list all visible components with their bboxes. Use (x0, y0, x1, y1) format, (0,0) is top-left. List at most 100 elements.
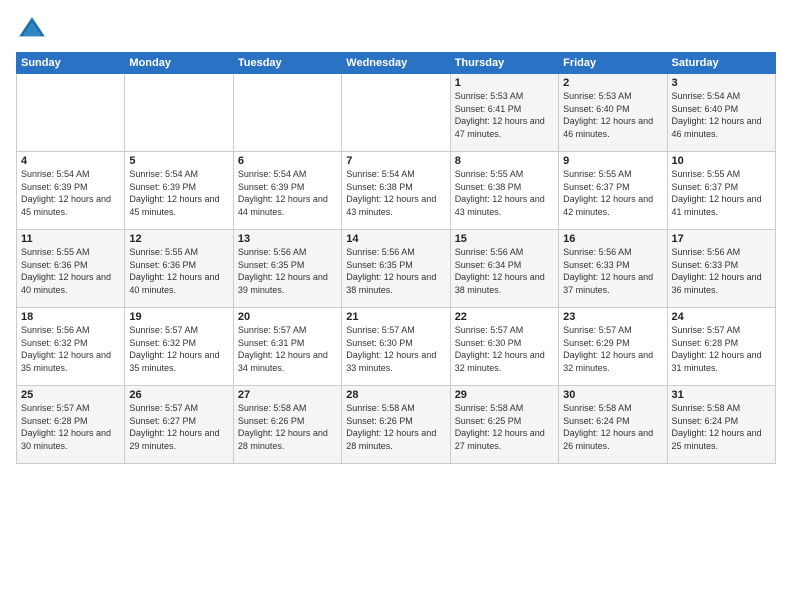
day-cell: 20Sunrise: 5:57 AM Sunset: 6:31 PM Dayli… (233, 308, 341, 386)
column-header-friday: Friday (559, 53, 667, 74)
day-info: Sunrise: 5:57 AM Sunset: 6:28 PM Dayligh… (21, 402, 120, 452)
day-number: 18 (21, 311, 120, 323)
column-header-saturday: Saturday (667, 53, 775, 74)
day-cell: 22Sunrise: 5:57 AM Sunset: 6:30 PM Dayli… (450, 308, 558, 386)
day-number: 26 (129, 389, 228, 401)
day-cell: 29Sunrise: 5:58 AM Sunset: 6:25 PM Dayli… (450, 386, 558, 464)
day-cell (233, 74, 341, 152)
day-number: 13 (238, 233, 337, 245)
day-cell (17, 74, 125, 152)
day-info: Sunrise: 5:55 AM Sunset: 6:37 PM Dayligh… (672, 168, 771, 218)
day-info: Sunrise: 5:57 AM Sunset: 6:31 PM Dayligh… (238, 324, 337, 374)
week-row-5: 25Sunrise: 5:57 AM Sunset: 6:28 PM Dayli… (17, 386, 776, 464)
day-cell: 5Sunrise: 5:54 AM Sunset: 6:39 PM Daylig… (125, 152, 233, 230)
day-info: Sunrise: 5:57 AM Sunset: 6:28 PM Dayligh… (672, 324, 771, 374)
day-info: Sunrise: 5:54 AM Sunset: 6:39 PM Dayligh… (21, 168, 120, 218)
day-info: Sunrise: 5:58 AM Sunset: 6:26 PM Dayligh… (238, 402, 337, 452)
day-number: 11 (21, 233, 120, 245)
day-cell: 8Sunrise: 5:55 AM Sunset: 6:38 PM Daylig… (450, 152, 558, 230)
day-info: Sunrise: 5:56 AM Sunset: 6:32 PM Dayligh… (21, 324, 120, 374)
day-number: 16 (563, 233, 662, 245)
day-info: Sunrise: 5:55 AM Sunset: 6:38 PM Dayligh… (455, 168, 554, 218)
day-number: 22 (455, 311, 554, 323)
day-info: Sunrise: 5:58 AM Sunset: 6:24 PM Dayligh… (563, 402, 662, 452)
day-number: 6 (238, 155, 337, 167)
day-number: 9 (563, 155, 662, 167)
day-number: 8 (455, 155, 554, 167)
day-cell: 26Sunrise: 5:57 AM Sunset: 6:27 PM Dayli… (125, 386, 233, 464)
column-header-wednesday: Wednesday (342, 53, 450, 74)
day-cell: 25Sunrise: 5:57 AM Sunset: 6:28 PM Dayli… (17, 386, 125, 464)
day-info: Sunrise: 5:54 AM Sunset: 6:39 PM Dayligh… (238, 168, 337, 218)
day-cell: 23Sunrise: 5:57 AM Sunset: 6:29 PM Dayli… (559, 308, 667, 386)
day-cell: 18Sunrise: 5:56 AM Sunset: 6:32 PM Dayli… (17, 308, 125, 386)
day-cell: 24Sunrise: 5:57 AM Sunset: 6:28 PM Dayli… (667, 308, 775, 386)
day-cell: 16Sunrise: 5:56 AM Sunset: 6:33 PM Dayli… (559, 230, 667, 308)
column-header-tuesday: Tuesday (233, 53, 341, 74)
day-number: 1 (455, 77, 554, 89)
day-number: 25 (21, 389, 120, 401)
week-row-2: 4Sunrise: 5:54 AM Sunset: 6:39 PM Daylig… (17, 152, 776, 230)
logo (16, 14, 50, 46)
column-header-thursday: Thursday (450, 53, 558, 74)
day-info: Sunrise: 5:55 AM Sunset: 6:36 PM Dayligh… (21, 246, 120, 296)
day-info: Sunrise: 5:56 AM Sunset: 6:33 PM Dayligh… (563, 246, 662, 296)
day-cell: 17Sunrise: 5:56 AM Sunset: 6:33 PM Dayli… (667, 230, 775, 308)
day-info: Sunrise: 5:57 AM Sunset: 6:32 PM Dayligh… (129, 324, 228, 374)
day-cell: 28Sunrise: 5:58 AM Sunset: 6:26 PM Dayli… (342, 386, 450, 464)
column-header-monday: Monday (125, 53, 233, 74)
day-number: 27 (238, 389, 337, 401)
day-number: 28 (346, 389, 445, 401)
day-info: Sunrise: 5:57 AM Sunset: 6:29 PM Dayligh… (563, 324, 662, 374)
day-number: 23 (563, 311, 662, 323)
day-number: 4 (21, 155, 120, 167)
day-number: 15 (455, 233, 554, 245)
day-info: Sunrise: 5:58 AM Sunset: 6:25 PM Dayligh… (455, 402, 554, 452)
day-info: Sunrise: 5:58 AM Sunset: 6:26 PM Dayligh… (346, 402, 445, 452)
day-number: 31 (672, 389, 771, 401)
day-number: 10 (672, 155, 771, 167)
day-number: 20 (238, 311, 337, 323)
logo-icon (16, 14, 48, 46)
day-cell: 31Sunrise: 5:58 AM Sunset: 6:24 PM Dayli… (667, 386, 775, 464)
day-number: 5 (129, 155, 228, 167)
day-cell: 13Sunrise: 5:56 AM Sunset: 6:35 PM Dayli… (233, 230, 341, 308)
day-cell: 9Sunrise: 5:55 AM Sunset: 6:37 PM Daylig… (559, 152, 667, 230)
day-info: Sunrise: 5:56 AM Sunset: 6:35 PM Dayligh… (346, 246, 445, 296)
day-info: Sunrise: 5:58 AM Sunset: 6:24 PM Dayligh… (672, 402, 771, 452)
day-cell: 21Sunrise: 5:57 AM Sunset: 6:30 PM Dayli… (342, 308, 450, 386)
day-number: 14 (346, 233, 445, 245)
day-info: Sunrise: 5:53 AM Sunset: 6:40 PM Dayligh… (563, 90, 662, 140)
day-number: 24 (672, 311, 771, 323)
day-number: 3 (672, 77, 771, 89)
day-info: Sunrise: 5:54 AM Sunset: 6:38 PM Dayligh… (346, 168, 445, 218)
day-number: 19 (129, 311, 228, 323)
day-info: Sunrise: 5:56 AM Sunset: 6:33 PM Dayligh… (672, 246, 771, 296)
day-cell: 12Sunrise: 5:55 AM Sunset: 6:36 PM Dayli… (125, 230, 233, 308)
day-number: 17 (672, 233, 771, 245)
day-info: Sunrise: 5:57 AM Sunset: 6:27 PM Dayligh… (129, 402, 228, 452)
day-number: 21 (346, 311, 445, 323)
day-cell (125, 74, 233, 152)
week-row-1: 1Sunrise: 5:53 AM Sunset: 6:41 PM Daylig… (17, 74, 776, 152)
day-info: Sunrise: 5:56 AM Sunset: 6:35 PM Dayligh… (238, 246, 337, 296)
day-info: Sunrise: 5:55 AM Sunset: 6:37 PM Dayligh… (563, 168, 662, 218)
day-number: 7 (346, 155, 445, 167)
day-info: Sunrise: 5:56 AM Sunset: 6:34 PM Dayligh… (455, 246, 554, 296)
header (16, 10, 776, 46)
day-info: Sunrise: 5:53 AM Sunset: 6:41 PM Dayligh… (455, 90, 554, 140)
day-cell: 11Sunrise: 5:55 AM Sunset: 6:36 PM Dayli… (17, 230, 125, 308)
day-cell: 7Sunrise: 5:54 AM Sunset: 6:38 PM Daylig… (342, 152, 450, 230)
day-cell: 6Sunrise: 5:54 AM Sunset: 6:39 PM Daylig… (233, 152, 341, 230)
day-info: Sunrise: 5:54 AM Sunset: 6:40 PM Dayligh… (672, 90, 771, 140)
day-cell: 30Sunrise: 5:58 AM Sunset: 6:24 PM Dayli… (559, 386, 667, 464)
day-info: Sunrise: 5:57 AM Sunset: 6:30 PM Dayligh… (346, 324, 445, 374)
day-number: 30 (563, 389, 662, 401)
day-cell: 15Sunrise: 5:56 AM Sunset: 6:34 PM Dayli… (450, 230, 558, 308)
week-row-4: 18Sunrise: 5:56 AM Sunset: 6:32 PM Dayli… (17, 308, 776, 386)
day-info: Sunrise: 5:55 AM Sunset: 6:36 PM Dayligh… (129, 246, 228, 296)
page: SundayMondayTuesdayWednesdayThursdayFrid… (0, 0, 792, 612)
day-number: 2 (563, 77, 662, 89)
calendar-table: SundayMondayTuesdayWednesdayThursdayFrid… (16, 52, 776, 464)
day-cell: 14Sunrise: 5:56 AM Sunset: 6:35 PM Dayli… (342, 230, 450, 308)
